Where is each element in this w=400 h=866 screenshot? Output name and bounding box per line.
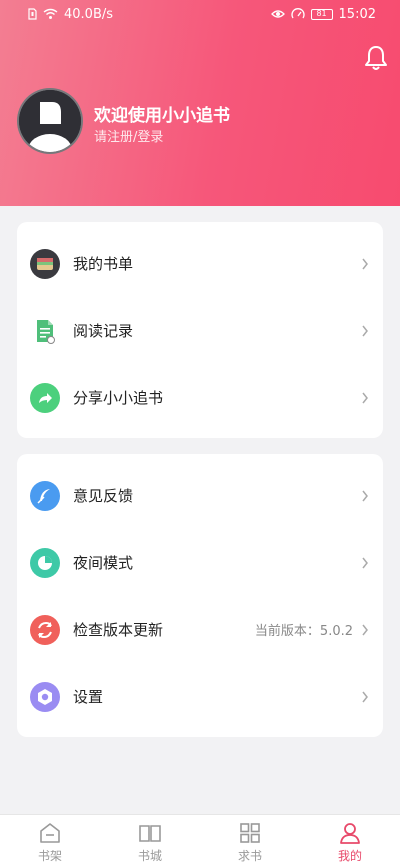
feather-icon xyxy=(30,480,60,511)
tab-label: 书架 xyxy=(37,849,62,863)
tab-bookshelf[interactable]: 书架 xyxy=(0,815,100,866)
user-icon xyxy=(340,823,360,844)
network-speed: 40.0B/s xyxy=(64,6,114,22)
tab-label: 书城 xyxy=(137,849,162,863)
welcome-title: 欢迎使用小小追书 xyxy=(94,106,230,126)
tab-mine[interactable]: 我的 xyxy=(300,815,400,866)
menu-item-label: 设置 xyxy=(73,688,104,706)
chevron-right-icon xyxy=(362,624,368,635)
wallet-icon xyxy=(30,248,60,279)
menu-item-label: 检查版本更新 xyxy=(73,621,164,639)
battery-indicator: 81 xyxy=(310,8,333,20)
speedometer-icon xyxy=(290,8,305,19)
menu-item-booklist[interactable]: 我的书单 xyxy=(17,230,383,297)
menu-item-label: 我的书单 xyxy=(73,255,134,273)
grid-icon xyxy=(240,823,260,843)
menu-item-label: 阅读记录 xyxy=(73,322,134,340)
menu-item-night-mode[interactable]: 夜间模式 xyxy=(17,529,383,596)
menu-card-primary: 我的书单 阅读记录 分享小小追书 xyxy=(17,222,383,438)
menu-item-share[interactable]: 分享小小追书 xyxy=(17,364,383,431)
menu-item-label: 分享小小追书 xyxy=(73,389,164,407)
chevron-right-icon xyxy=(362,325,368,336)
tab-label: 求书 xyxy=(237,849,262,863)
profile-header: 40.0B/s 81 15:02 欢迎使用小小追书 请注册/登录 xyxy=(0,0,400,206)
menu-item-reading-history[interactable]: 阅读记录 xyxy=(17,297,383,364)
status-bar: 40.0B/s 81 15:02 xyxy=(0,0,400,28)
chevron-right-icon xyxy=(362,557,368,568)
menu-item-label: 意见反馈 xyxy=(73,487,134,505)
eye-icon xyxy=(270,10,285,18)
chevron-right-icon xyxy=(362,691,368,702)
document-icon xyxy=(30,316,60,346)
menu-item-label: 夜间模式 xyxy=(73,554,134,572)
current-version-text: 当前版本：5.0.2 xyxy=(254,624,353,639)
pie-icon xyxy=(30,547,60,578)
share-icon xyxy=(30,382,60,413)
menu-card-secondary: 意见反馈 夜间模式 检查版本更新 当前版本：5.0.2 设置 xyxy=(17,454,383,737)
chevron-right-icon xyxy=(362,258,368,269)
sim-icon xyxy=(28,8,37,20)
clock: 15:02 xyxy=(338,6,376,22)
tab-request-book[interactable]: 求书 xyxy=(200,815,300,866)
bottom-tab-bar: 书架 书城 求书 我的 xyxy=(0,814,400,866)
chevron-right-icon xyxy=(362,392,368,403)
wifi-icon xyxy=(43,8,58,19)
tab-bookstore[interactable]: 书城 xyxy=(100,815,200,866)
default-avatar-icon xyxy=(19,90,81,152)
refresh-icon xyxy=(30,614,60,645)
tab-label: 我的 xyxy=(337,849,362,863)
bell-icon[interactable] xyxy=(363,44,389,72)
menu-item-settings[interactable]: 设置 xyxy=(17,663,383,730)
login-link[interactable]: 请注册/登录 xyxy=(94,126,163,145)
menu-item-check-update[interactable]: 检查版本更新 当前版本：5.0.2 xyxy=(17,596,383,663)
bookshelf-icon xyxy=(40,823,60,843)
menu-item-feedback[interactable]: 意见反馈 xyxy=(17,462,383,529)
settings-icon xyxy=(30,681,60,712)
avatar[interactable] xyxy=(17,88,83,154)
chevron-right-icon xyxy=(362,490,368,501)
book-icon xyxy=(139,825,161,842)
